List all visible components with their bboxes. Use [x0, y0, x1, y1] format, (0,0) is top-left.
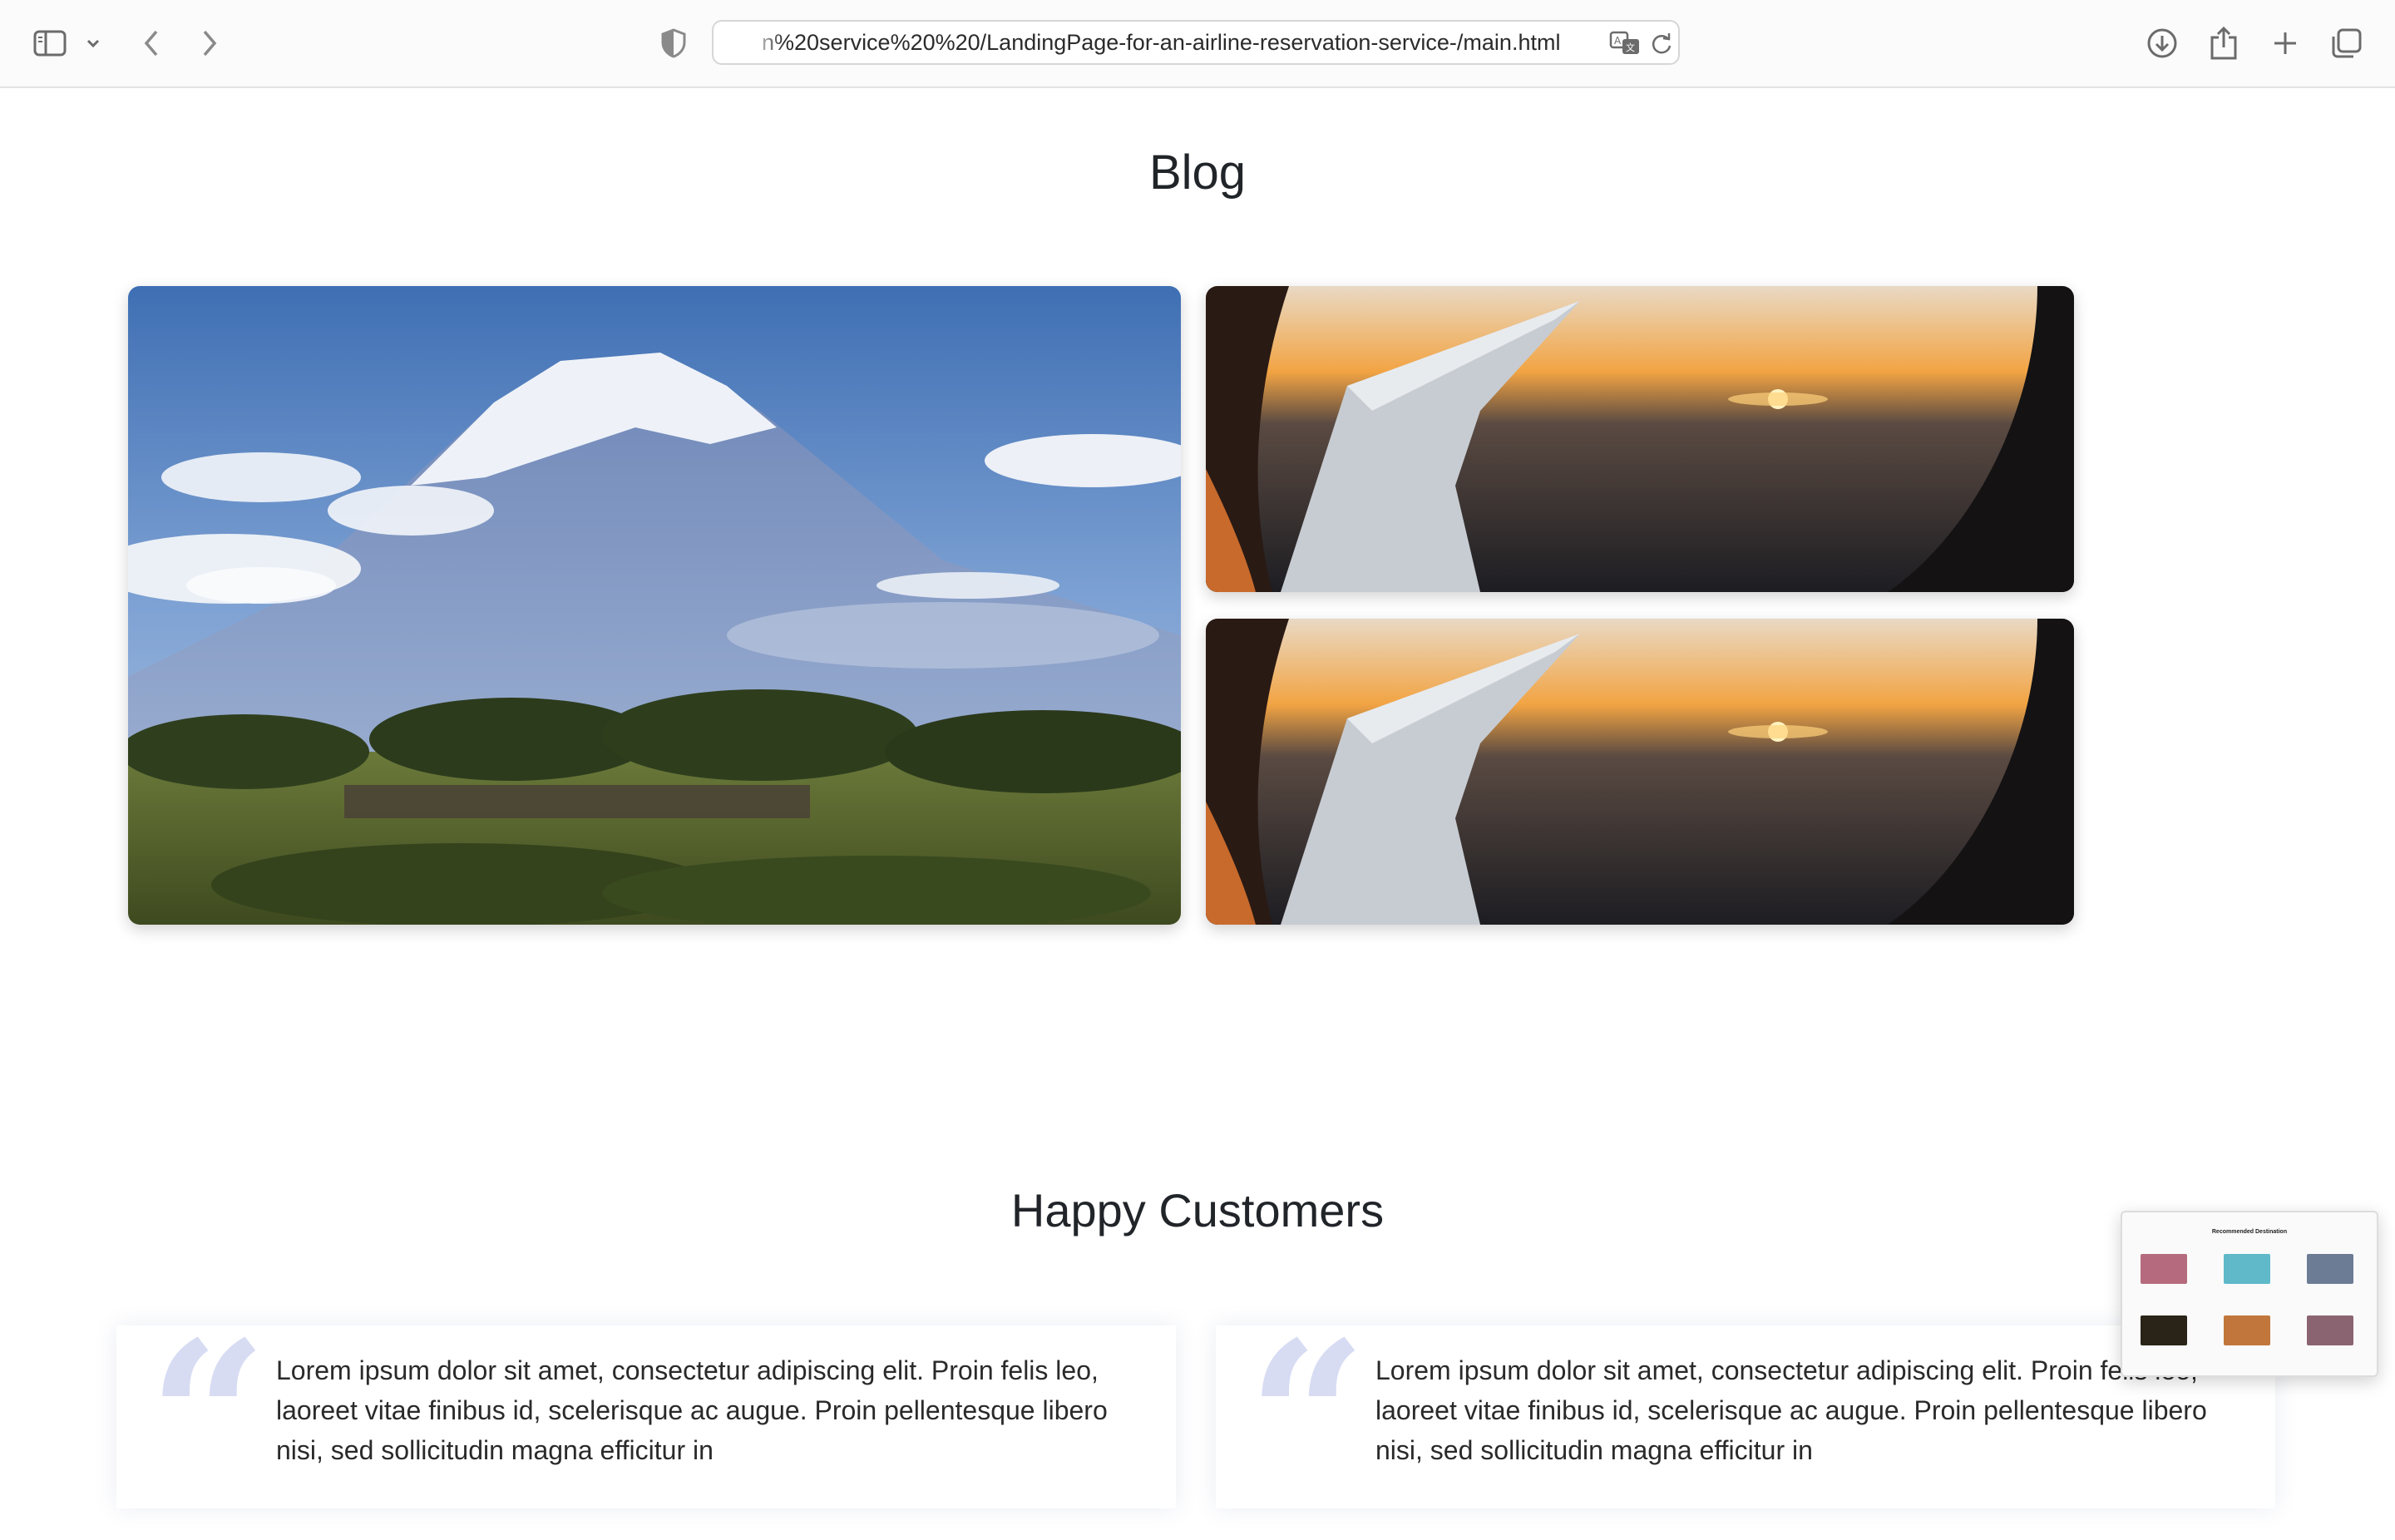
thumbnail-image — [2224, 1254, 2270, 1284]
url-text[interactable]: n%20service%20%20/LandingPage-for-an-air… — [762, 22, 1577, 63]
download-icon[interactable] — [2142, 23, 2182, 63]
blog-image-plane-wing-bottom[interactable] — [1206, 619, 2074, 925]
share-icon[interactable] — [2204, 23, 2244, 63]
testimonial-text: Lorem ipsum dolor sit amet, consectetur … — [276, 1355, 1108, 1465]
thumbnail-image — [2307, 1315, 2353, 1345]
testimonial-card: “ Lorem ipsum dolor sit amet, consectetu… — [116, 1314, 1176, 1522]
translate-icon[interactable]: A文 — [1607, 25, 1643, 62]
thumbnail-image — [2141, 1315, 2187, 1345]
browser-toolbar: n%20service%20%20/LandingPage-for-an-air… — [0, 0, 2395, 88]
blog-heading: Blog — [1148, 146, 1247, 200]
sidebar-icon[interactable] — [30, 23, 70, 63]
testimonial-card: “ Lorem ipsum dolor sit amet, consectetu… — [1216, 1314, 2275, 1522]
forward-arrow-icon[interactable] — [190, 23, 230, 63]
happy-customers-heading: Happy Customers — [1010, 1184, 1385, 1236]
new-tab-icon[interactable] — [2265, 23, 2305, 63]
thumbnail-image — [2141, 1254, 2187, 1284]
svg-text:A: A — [1614, 35, 1622, 47]
thumbnail-image — [2224, 1315, 2270, 1345]
quote-icon: “ — [1247, 1296, 1367, 1540]
testimonial-text: Lorem ipsum dolor sit amet, consectetur … — [1375, 1355, 2207, 1465]
chevron-down-icon[interactable] — [77, 23, 110, 63]
thumbnail-title: Recommended Destination — [2211, 1229, 2288, 1235]
screenshot-thumbnail[interactable]: Recommended Destination — [2121, 1211, 2378, 1377]
blog-image-plane-wing-top[interactable] — [1206, 286, 2074, 592]
url-fade — [750, 27, 783, 60]
back-arrow-icon[interactable] — [131, 23, 171, 63]
tabs-overview-icon[interactable] — [2327, 23, 2367, 63]
thumbnail-image — [2307, 1254, 2353, 1284]
reload-icon[interactable] — [1645, 27, 1678, 60]
quote-icon: “ — [148, 1296, 268, 1540]
thumbnail-grid — [2141, 1247, 2362, 1369]
shield-icon[interactable] — [654, 23, 694, 63]
blog-image-kilimanjaro[interactable] — [128, 286, 1181, 925]
address-bar[interactable]: n%20service%20%20/LandingPage-for-an-air… — [712, 20, 1680, 65]
svg-text:文: 文 — [1626, 42, 1635, 53]
